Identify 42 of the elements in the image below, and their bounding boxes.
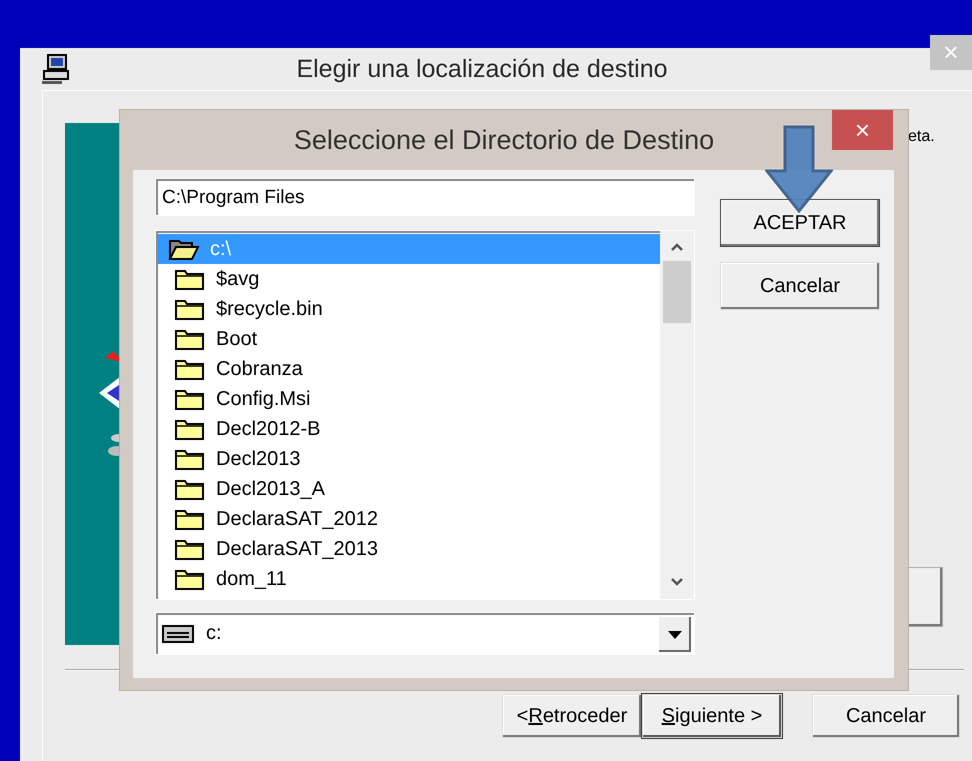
folder-item[interactable]: Decl2012-B: [158, 414, 660, 444]
accept-button[interactable]: ACEPTAR: [720, 199, 880, 247]
folder-item[interactable]: Decl2013: [158, 444, 660, 474]
path-field[interactable]: C:\Program Files: [155, 178, 695, 216]
arrow-icon: [765, 125, 833, 213]
dropdown-button[interactable]: [658, 616, 692, 653]
folder-item[interactable]: Boot: [158, 324, 660, 354]
folder-item[interactable]: DeclaraSAT_2013: [158, 534, 660, 564]
folder-item[interactable]: DeclaraSAT_2012: [158, 504, 660, 534]
cancel-button[interactable]: Cancelar: [720, 262, 880, 310]
computer-icon: [40, 53, 72, 85]
folder-icon: [174, 327, 206, 351]
folder-icon: [174, 537, 206, 561]
drive-icon: [162, 624, 194, 644]
scroll-thumb[interactable]: [663, 261, 691, 323]
folder-icon: [174, 447, 206, 471]
folder-icon: [174, 477, 206, 501]
scrollbar[interactable]: [660, 231, 694, 599]
folder-item[interactable]: Decl2013_A: [158, 474, 660, 504]
folder-icon: [174, 567, 206, 591]
browse-button[interactable]: [908, 567, 943, 627]
folder-icon: [174, 417, 206, 441]
next-button[interactable]: Siguiente >: [642, 694, 782, 738]
folder-item[interactable]: dom_11: [158, 564, 660, 594]
folder-icon: [174, 507, 206, 531]
drive-dropdown[interactable]: c:: [155, 612, 695, 655]
folder-icon: [174, 387, 206, 411]
back-button[interactable]: <Retroceder: [502, 694, 642, 738]
folder-item[interactable]: $recycle.bin: [158, 294, 660, 324]
cancel-button[interactable]: Cancelar: [812, 694, 960, 738]
close-button[interactable]: ×: [832, 110, 893, 150]
folder-icon: [174, 297, 206, 321]
open-folder-icon: [168, 237, 200, 261]
instruction-text: eta.: [908, 128, 936, 146]
folder-icon: [174, 267, 206, 291]
folder-item[interactable]: $avg: [158, 264, 660, 294]
caret-icon: [668, 630, 682, 638]
folder-item[interactable]: Cobranza: [158, 354, 660, 384]
folder-item[interactable]: Config.Msi: [158, 384, 660, 414]
folder-icon: [174, 357, 206, 381]
window-title: Elegir una localización de destino: [295, 54, 669, 84]
dialog-title: Seleccione el Directorio de Destino: [292, 124, 716, 156]
